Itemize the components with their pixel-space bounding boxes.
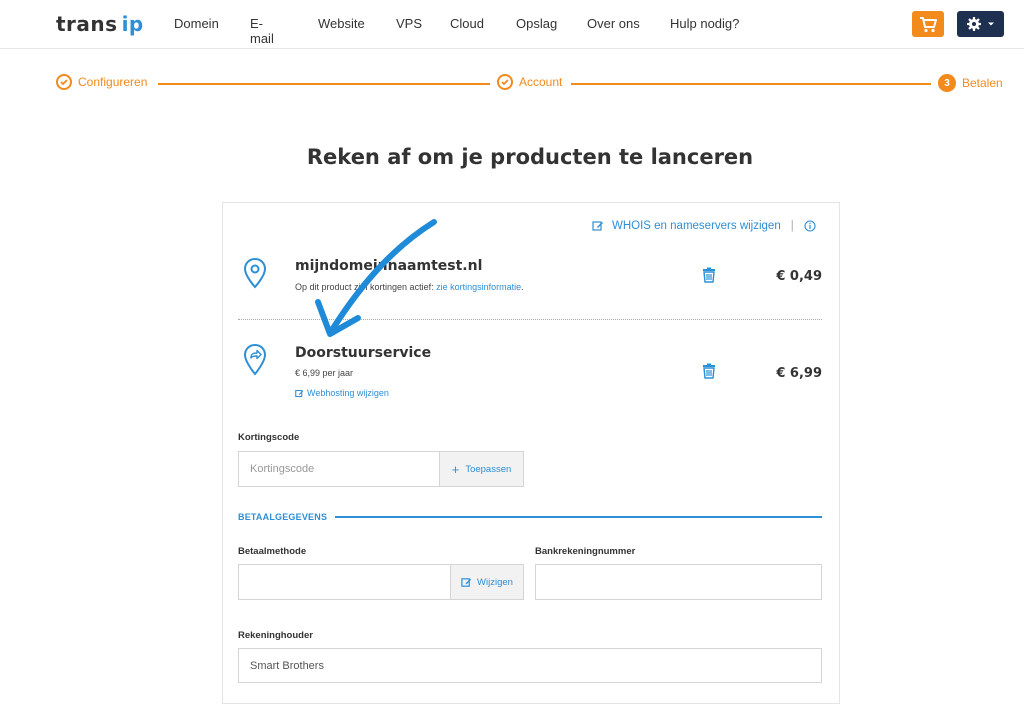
step-configureren[interactable]: Configureren xyxy=(56,74,147,90)
webhosting-link-label: Webhosting wijzigen xyxy=(307,388,389,398)
desc-suffix: . xyxy=(521,282,524,292)
cart-icon xyxy=(920,17,937,33)
checkout-stepper: Configureren Account 3 Betalen xyxy=(0,72,1024,94)
plus-icon: + xyxy=(451,461,460,477)
payment-section-title: BETAALGEGEVENS xyxy=(238,512,328,522)
annotation-arrow xyxy=(315,219,437,337)
product-name: Doorstuurservice xyxy=(295,345,432,361)
whois-link[interactable]: WHOIS en nameservers wijzigen | xyxy=(592,220,816,232)
product-description: € 6,99 per jaar xyxy=(295,368,354,378)
account-holder-label: Rekeninghouder xyxy=(238,630,313,641)
coupon-input[interactable]: Kortingscode xyxy=(238,451,440,487)
settings-dropdown-button[interactable] xyxy=(957,11,1004,37)
top-navbar: trans ip Domein E-mail Website VPS Cloud … xyxy=(0,0,1024,49)
cart-button[interactable] xyxy=(912,11,944,37)
whois-link-label: WHOIS en nameservers wijzigen xyxy=(612,220,781,232)
product-price: € 6,99 xyxy=(776,366,822,381)
step-account[interactable]: Account xyxy=(497,74,562,90)
nav-item-hulp[interactable]: Hulp nodig? xyxy=(670,16,739,31)
step-label: Betalen xyxy=(962,76,1003,90)
nav-item-cloud[interactable]: Cloud xyxy=(450,16,484,31)
coupon-label: Kortingscode xyxy=(238,432,300,443)
apply-label: Toepassen xyxy=(465,463,512,475)
logo-ip: ip xyxy=(121,12,144,36)
payment-method-field[interactable] xyxy=(238,564,451,600)
edit-icon xyxy=(592,221,603,231)
check-circle-icon xyxy=(497,74,513,90)
edit-icon xyxy=(461,577,472,587)
nav-item-domein[interactable]: Domein xyxy=(174,16,219,31)
section-divider xyxy=(335,516,822,518)
separator: | xyxy=(790,220,794,232)
forward-pin-icon xyxy=(243,343,267,376)
product-price: € 0,49 xyxy=(776,269,822,284)
logo-trans: trans xyxy=(56,12,118,36)
location-pin-icon xyxy=(243,257,267,289)
check-circle-icon xyxy=(56,74,72,90)
gear-icon xyxy=(967,17,994,31)
edit-icon xyxy=(295,389,304,397)
change-label: Wijzigen xyxy=(477,576,513,588)
transip-logo[interactable]: trans ip xyxy=(56,12,144,36)
nav-item-website[interactable]: Website xyxy=(318,16,365,31)
chevron-down-icon xyxy=(988,22,994,26)
discount-info-link[interactable]: zie kortingsinformatie xyxy=(436,282,521,292)
trash-icon[interactable] xyxy=(702,363,716,379)
info-icon[interactable] xyxy=(804,220,816,232)
nav-item-opslag[interactable]: Opslag xyxy=(516,16,557,31)
step-number: 3 xyxy=(938,74,956,92)
step-connector xyxy=(571,83,931,85)
iban-label: Bankrekeningnummer xyxy=(535,546,636,557)
iban-field[interactable] xyxy=(535,564,822,600)
webhosting-link[interactable]: Webhosting wijzigen xyxy=(295,388,389,398)
payment-method-label: Betaalmethode xyxy=(238,546,307,557)
nav-item-vps[interactable]: VPS xyxy=(396,16,422,31)
step-connector xyxy=(158,83,490,85)
step-label: Account xyxy=(519,75,563,89)
step-betalen: 3 Betalen xyxy=(938,74,1003,92)
apply-coupon-button[interactable]: + Toepassen xyxy=(439,451,524,487)
trash-icon[interactable] xyxy=(702,267,716,283)
nav-item-email[interactable]: E-mail xyxy=(250,16,274,46)
page-title: Reken af om je producten te lanceren xyxy=(306,145,754,169)
change-payment-button[interactable]: Wijzigen xyxy=(450,564,524,600)
nav-item-over-ons[interactable]: Over ons xyxy=(587,16,640,31)
step-label: Configureren xyxy=(78,75,148,89)
account-holder-field[interactable]: Smart Brothers xyxy=(238,648,822,683)
